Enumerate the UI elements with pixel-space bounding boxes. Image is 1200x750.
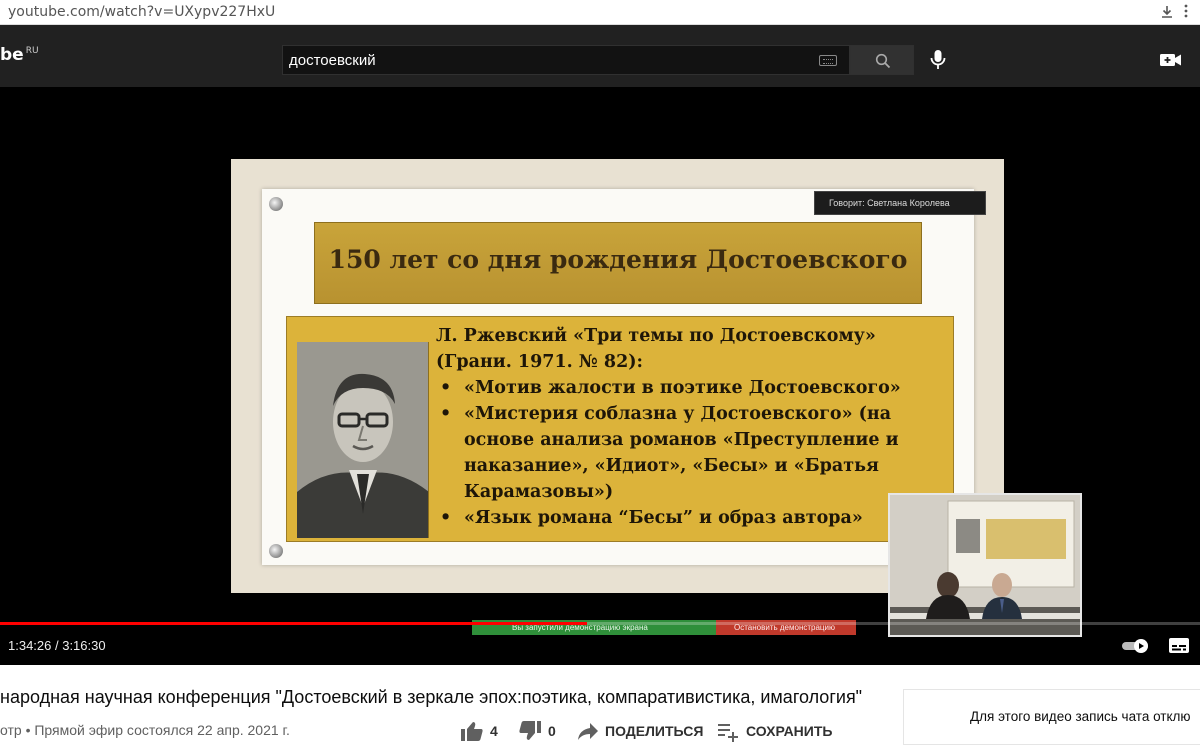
author-portrait (297, 342, 429, 538)
speaker-label: Говорит: Светлана Королева (814, 191, 986, 215)
playlist-add-icon (718, 724, 738, 742)
slide-title: 150 лет со дня рождения Достоевского (328, 245, 908, 274)
save-button[interactable]: СОХРАНИТЬ (716, 719, 846, 743)
slide-title-band: 150 лет со дня рождения Достоевского (314, 222, 922, 304)
browser-url-bar[interactable]: youtube.com/watch?v=UXypv227HxU (0, 0, 1200, 25)
thumbs-down-icon (519, 721, 541, 740)
subtitles-button[interactable] (1168, 637, 1190, 654)
download-icon[interactable] (1160, 5, 1174, 19)
share-icon (578, 723, 598, 740)
save-label: СОХРАНИТЬ (746, 723, 833, 739)
slide-body: Л. Ржевский «Три темы по Достоевскому» (… (436, 323, 951, 531)
search-icon (875, 53, 891, 69)
search-input[interactable] (289, 50, 809, 70)
video-meta: отр • Прямой эфир состоялся 22 апр. 2021… (0, 722, 290, 738)
slide-heading-line1: Л. Ржевский «Три темы по Достоевскому» (436, 326, 876, 346)
search-button[interactable] (850, 45, 914, 75)
voice-search-button[interactable] (924, 45, 952, 75)
pin-icon (269, 544, 283, 558)
video-title: народная научная конференция "Достоевски… (0, 687, 863, 707)
progress-bar[interactable] (0, 622, 1200, 625)
search-box[interactable] (282, 45, 850, 75)
keyboard-icon[interactable] (819, 55, 837, 66)
logo-text: be (0, 45, 24, 65)
webcam-thumbnail (888, 493, 1082, 637)
slide-content-band: Л. Ржевский «Три темы по Достоевскому» (… (286, 316, 954, 542)
mic-icon (930, 50, 946, 69)
url-text[interactable]: youtube.com/watch?v=UXypv227HxU (8, 4, 275, 20)
logo-region: RU (25, 46, 39, 57)
slide-bullet: «Мотив жалости в поэтике Достоевского» (436, 375, 951, 401)
autoplay-toggle[interactable] (1122, 639, 1150, 653)
youtube-header: be RU (0, 25, 1200, 87)
share-label: ПОДЕЛИТЬСЯ (605, 723, 704, 739)
dislike-button[interactable]: 0 (518, 719, 578, 743)
live-chat-panel: Для этого видео запись чата отклю (903, 689, 1200, 745)
time-display: 1:34:26 / 3:16:30 (8, 638, 106, 653)
pin-icon (269, 197, 283, 211)
chat-disabled-notice: Для этого видео запись чата отклю (970, 709, 1191, 724)
create-video-button[interactable] (1158, 49, 1184, 71)
progress-fill (0, 622, 587, 625)
slide-bullet: «Мистерия соблазна у Достоевского» (на о… (436, 401, 951, 505)
browser-menu-icon[interactable] (1184, 4, 1194, 20)
slide-bullet: «Язык романа “Бесы” и образ автора» (436, 505, 951, 531)
share-button[interactable]: ПОДЕЛИТЬСЯ (576, 719, 706, 743)
youtube-logo[interactable]: be RU (0, 45, 39, 65)
video-camera-plus-icon (1160, 54, 1181, 66)
subtitles-icon (1169, 638, 1189, 653)
thumbs-up-icon (461, 722, 483, 741)
dislike-count: 0 (548, 723, 556, 739)
like-count: 4 (490, 723, 498, 739)
like-button[interactable]: 4 (460, 719, 520, 743)
slide-heading-line2: (Грани. 1971. № 82): (436, 352, 644, 372)
video-player[interactable]: 150 лет со дня рождения Достоевского Л. … (0, 87, 1200, 665)
